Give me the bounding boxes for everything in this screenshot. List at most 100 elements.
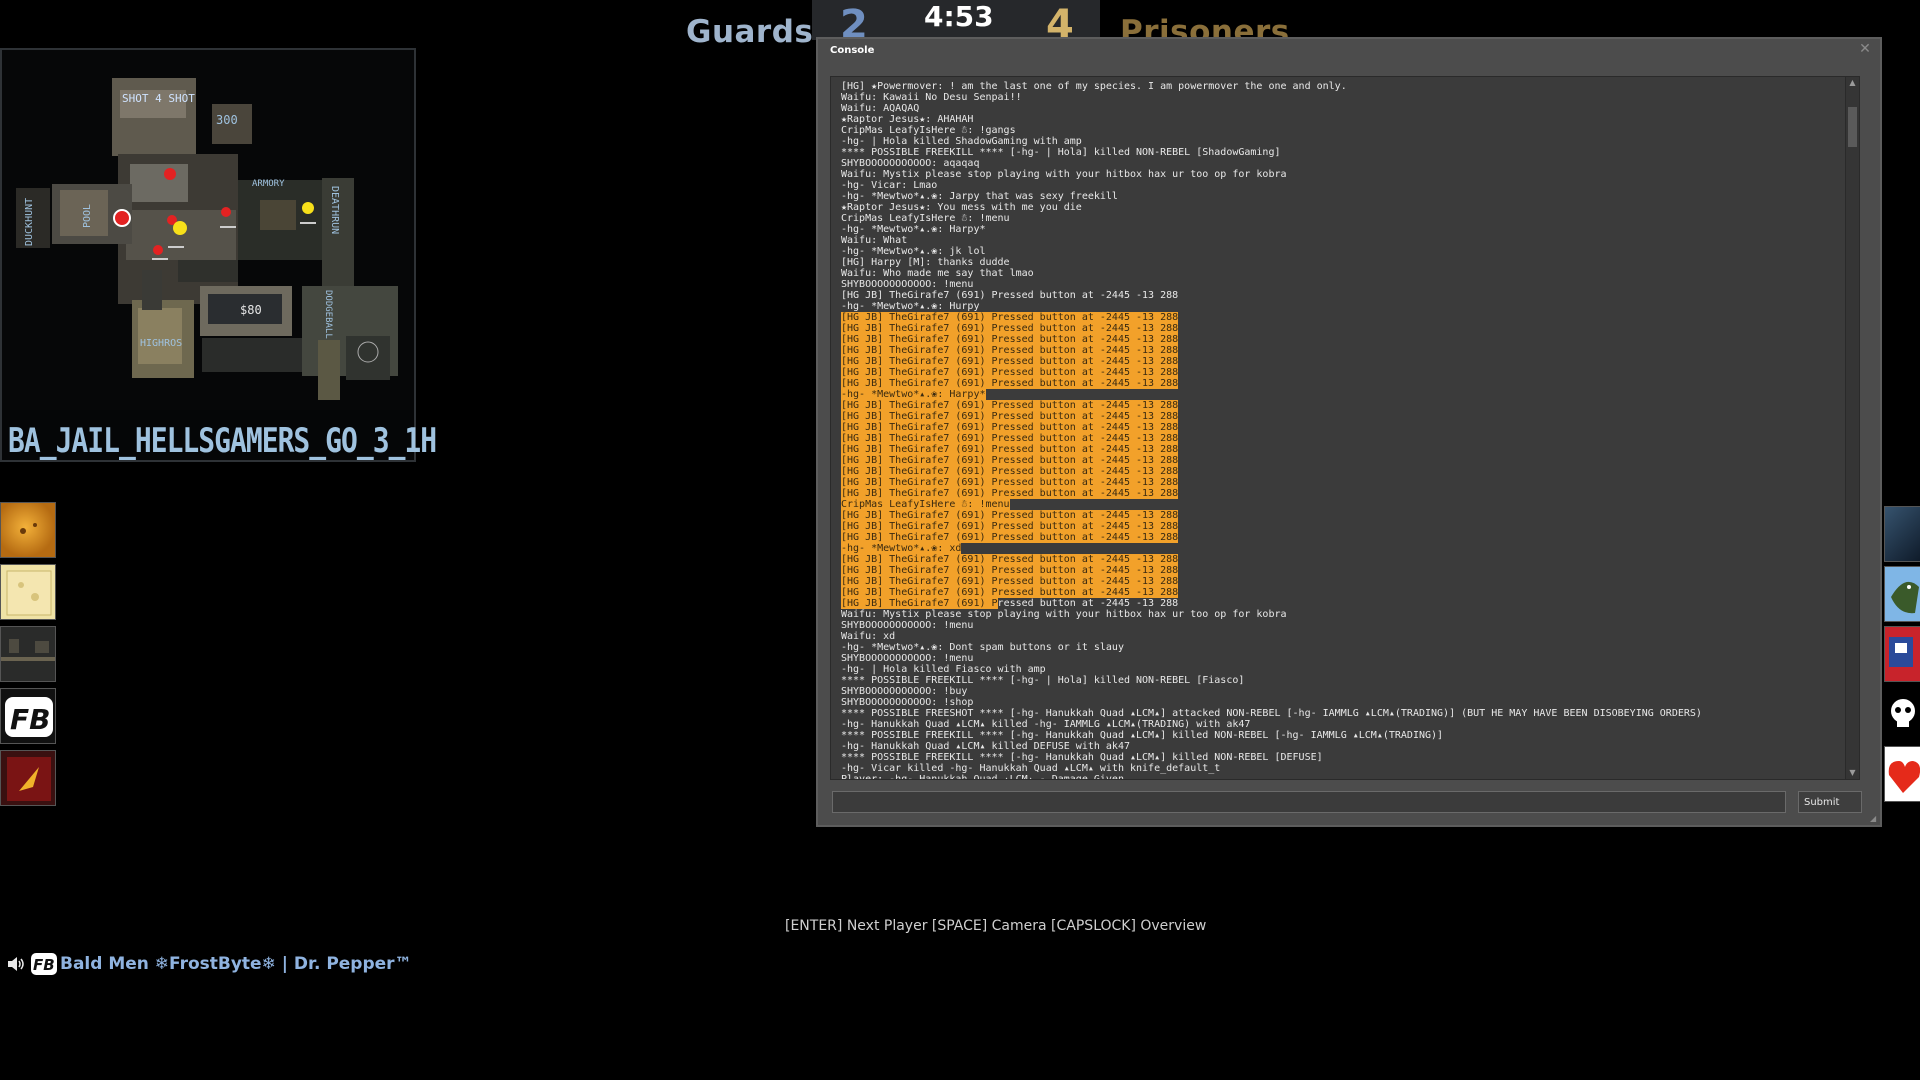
- console-line-text: [HG JB] TheGirafe7 (691) Pressed button …: [841, 576, 1179, 587]
- console-line-text: Waifu: Mystix please stop playing with y…: [841, 169, 1287, 180]
- console-line: [HG JB] TheGirafe7 (691) Pressed button …: [841, 378, 1841, 389]
- console-line-text: [HG JB] TheGirafe7 (691) Pressed button …: [841, 411, 1179, 422]
- radar-label-dodgeball: DODGEBALL: [323, 290, 333, 339]
- console-line: [HG JB] TheGirafe7 (691) Pressed button …: [841, 334, 1841, 345]
- console-line: CripMas LeafyIsHere ☃: !menu: [841, 499, 1841, 510]
- avatar-room[interactable]: [0, 626, 56, 682]
- console-line: -hg- | Hola killed ShadowGaming with amp: [841, 136, 1841, 147]
- console-line: [HG JB] TheGirafe7 (691) Pressed button …: [841, 356, 1841, 367]
- console-line-text: [HG JB] TheGirafe7 (691) Pressed button …: [841, 532, 1179, 543]
- console-line-text: SHYBOOOOOOOOOOO: !menu: [841, 653, 974, 664]
- console-line: Waifu: Mystix please stop playing with y…: [841, 169, 1841, 180]
- console-line-text: [HG JB] TheGirafe7 (691) Pressed button …: [841, 367, 1179, 378]
- console-line-text: ★Raptor Jesus★: AHAHAH: [841, 114, 974, 125]
- console-line-text: ★Raptor Jesus★: You mess with me you die: [841, 202, 1082, 213]
- console-line: **** POSSIBLE FREESHOT **** [-hg- Hanukk…: [841, 708, 1841, 719]
- console-line-text: [HG JB] TheGirafe7 (691) Pressed button …: [841, 521, 1179, 532]
- console-line: **** POSSIBLE FREEKILL **** [-hg- | Hola…: [841, 147, 1841, 158]
- console-line-text: [HG JB] TheGirafe7 (691) Pressed button …: [841, 378, 1179, 389]
- avatar-dark-blue[interactable]: [1884, 506, 1920, 562]
- console-line-text: -hg- Vicar killed -hg- Hanukkah Quad ▴LC…: [841, 763, 1221, 774]
- console-titlebar[interactable]: Console ✕: [818, 39, 1880, 63]
- console-line-text: [HG] ★Powermover: ! am the last one of m…: [841, 81, 1347, 92]
- submit-button[interactable]: Submit: [1798, 791, 1862, 813]
- console-line-text: **** POSSIBLE FREEKILL **** [-hg- Hanukk…: [841, 752, 1323, 763]
- console-line: SHYBOOOOOOOOOOO: !menu: [841, 620, 1841, 631]
- console-line: SHYBOOOOOOOOOOO: !shop: [841, 697, 1841, 708]
- console-window[interactable]: Console ✕ [HG] ★Powermover: ! am the las…: [816, 37, 1882, 827]
- console-line-text: [HG JB] TheGirafe7 (691) Pressed button …: [841, 488, 1179, 499]
- avatar-fb-logo-icon: FB: [5, 697, 53, 737]
- avatar-red-comic[interactable]: [1884, 626, 1920, 682]
- console-line-text: SHYBOOOOOOOOOOO: !menu: [841, 620, 974, 631]
- avatar-heart[interactable]: [1884, 746, 1920, 802]
- console-line-text: -hg- *Mewtwo*▴.❀: Dont spam buttons or i…: [841, 642, 1124, 653]
- console-line-text: CripMas LeafyIsHere ☃: !menu: [841, 213, 1010, 224]
- console-line: [HG JB] TheGirafe7 (691) Pressed button …: [841, 521, 1841, 532]
- console-line: CripMas LeafyIsHere ☃: !gangs: [841, 125, 1841, 136]
- console-line-text: [HG JB] TheGirafe7 (691) P: [841, 598, 998, 609]
- console-line: **** POSSIBLE FREEKILL **** [-hg- Hanukk…: [841, 752, 1841, 763]
- console-line: -hg- *Mewtwo*▴.❀: Dont spam buttons or i…: [841, 642, 1841, 653]
- console-line-text: -hg- *Mewtwo*▴.❀: Jarpy that was sexy fr…: [841, 191, 1118, 202]
- console-line: -hg- Vicar: Lmao: [841, 180, 1841, 191]
- console-line-text: CripMas LeafyIsHere ☃: !menu: [841, 499, 1010, 510]
- radar-label-highros: HIGHROS: [140, 338, 182, 349]
- console-line-text: -hg- Hanukkah Quad ▴LCM▴ killed -hg- IAM…: [841, 719, 1251, 730]
- avatar-bird[interactable]: [1884, 566, 1920, 622]
- avatar-skull[interactable]: [1884, 686, 1920, 742]
- console-line: [HG JB] TheGirafe7 (691) Pressed button …: [841, 565, 1841, 576]
- console-line: [HG JB] TheGirafe7 (691) Pressed button …: [841, 466, 1841, 477]
- scroll-down-arrow-icon[interactable]: ▼: [1846, 767, 1859, 779]
- console-line-text: [HG JB] TheGirafe7 (691) Pressed button …: [841, 477, 1179, 488]
- guards-team-label: Guards: [686, 14, 814, 50]
- frostbyte-logo-icon: FB: [31, 953, 57, 975]
- console-line-text: **** POSSIBLE FREEKILL **** [-hg- | Hola…: [841, 147, 1281, 158]
- console-line: [HG JB] TheGirafe7 (691) Pressed button …: [841, 323, 1841, 334]
- console-title: Console: [830, 45, 875, 56]
- console-line-text: Waifu: What: [841, 235, 908, 246]
- console-line: [HG JB] TheGirafe7 (691) Pressed button …: [841, 510, 1841, 521]
- round-timer: 4:53: [924, 0, 994, 33]
- console-line: -hg- | Hola killed Fiasco with amp: [841, 664, 1841, 675]
- game-screen: Guards 2 4:53 4 Prisoners SHOT 4 SHOT 30…: [0, 0, 1920, 1080]
- console-scrollbar[interactable]: ▲ ▼: [1845, 77, 1859, 779]
- scroll-thumb[interactable]: [1848, 107, 1857, 147]
- console-line-text: [HG JB] TheGirafe7 (691) Pressed button …: [841, 334, 1179, 345]
- console-line: **** POSSIBLE FREEKILL **** [-hg- | Hola…: [841, 675, 1841, 686]
- avatar-red-logo[interactable]: [0, 750, 56, 806]
- console-line-text: -hg- *Mewtwo*▴.❀: Harpy*: [841, 224, 986, 235]
- resize-grip-icon[interactable]: ◢: [1870, 815, 1878, 823]
- console-line: [HG JB] TheGirafe7 (691) Pressed button …: [841, 576, 1841, 587]
- avatar-bird-icon: [1891, 581, 1919, 614]
- avatar-fb-logo[interactable]: FB: [0, 688, 56, 744]
- console-command-input[interactable]: [832, 791, 1786, 813]
- console-line: [HG JB] TheGirafe7 (691) Pressed button …: [841, 532, 1841, 543]
- console-line: -hg- *Mewtwo*▴.❀: xd: [841, 543, 1841, 554]
- console-line: SHYBOOOOOOOOOOO: !menu: [841, 653, 1841, 664]
- radar-label-duckhunt: DUCKHUNT: [24, 198, 35, 246]
- radar-map-image: SHOT 4 SHOT 300 ARMORY DEATHRUN DUCKHUNT…: [2, 50, 414, 410]
- console-line: [HG] Harpy [M]: thanks dudde: [841, 257, 1841, 268]
- console-line-text: [HG JB] TheGirafe7 (691) Pressed button …: [841, 422, 1179, 433]
- avatar-red-logo-icon: [7, 757, 51, 801]
- scroll-up-arrow-icon[interactable]: ▲: [1846, 77, 1859, 89]
- console-line-text: [HG JB] TheGirafe7 (691) Pressed button …: [841, 554, 1179, 565]
- avatar-cheese[interactable]: [0, 564, 56, 620]
- radar-label-armory: ARMORY: [252, 179, 285, 189]
- console-line-text: [HG JB] TheGirafe7 (691) Pressed button …: [841, 455, 1179, 466]
- console-line: [HG JB] TheGirafe7 (691) Pressed button …: [841, 290, 1841, 301]
- console-line: Waifu: Kawaii No Desu Senpai!!: [841, 92, 1841, 103]
- console-line: [HG JB] TheGirafe7 (691) Pressed button …: [841, 477, 1841, 488]
- heart-icon: [1888, 761, 1920, 793]
- console-line-text: **** POSSIBLE FREESHOT **** [-hg- Hanukk…: [841, 708, 1702, 719]
- console-line: **** POSSIBLE FREEKILL **** [-hg- Hanukk…: [841, 730, 1841, 741]
- console-line: [HG JB] TheGirafe7 (691) Pressed button …: [841, 411, 1841, 422]
- avatar-room-icon: [1, 639, 55, 661]
- avatar-food[interactable]: [0, 502, 56, 558]
- console-line-text: [HG JB] TheGirafe7 (691) Pressed button …: [841, 345, 1179, 356]
- console-line-text: -hg- Vicar: Lmao: [841, 180, 938, 191]
- console-line: [HG JB] TheGirafe7 (691) Pressed button …: [841, 444, 1841, 455]
- skull-icon: [1891, 699, 1915, 727]
- close-icon[interactable]: ✕: [1858, 42, 1872, 56]
